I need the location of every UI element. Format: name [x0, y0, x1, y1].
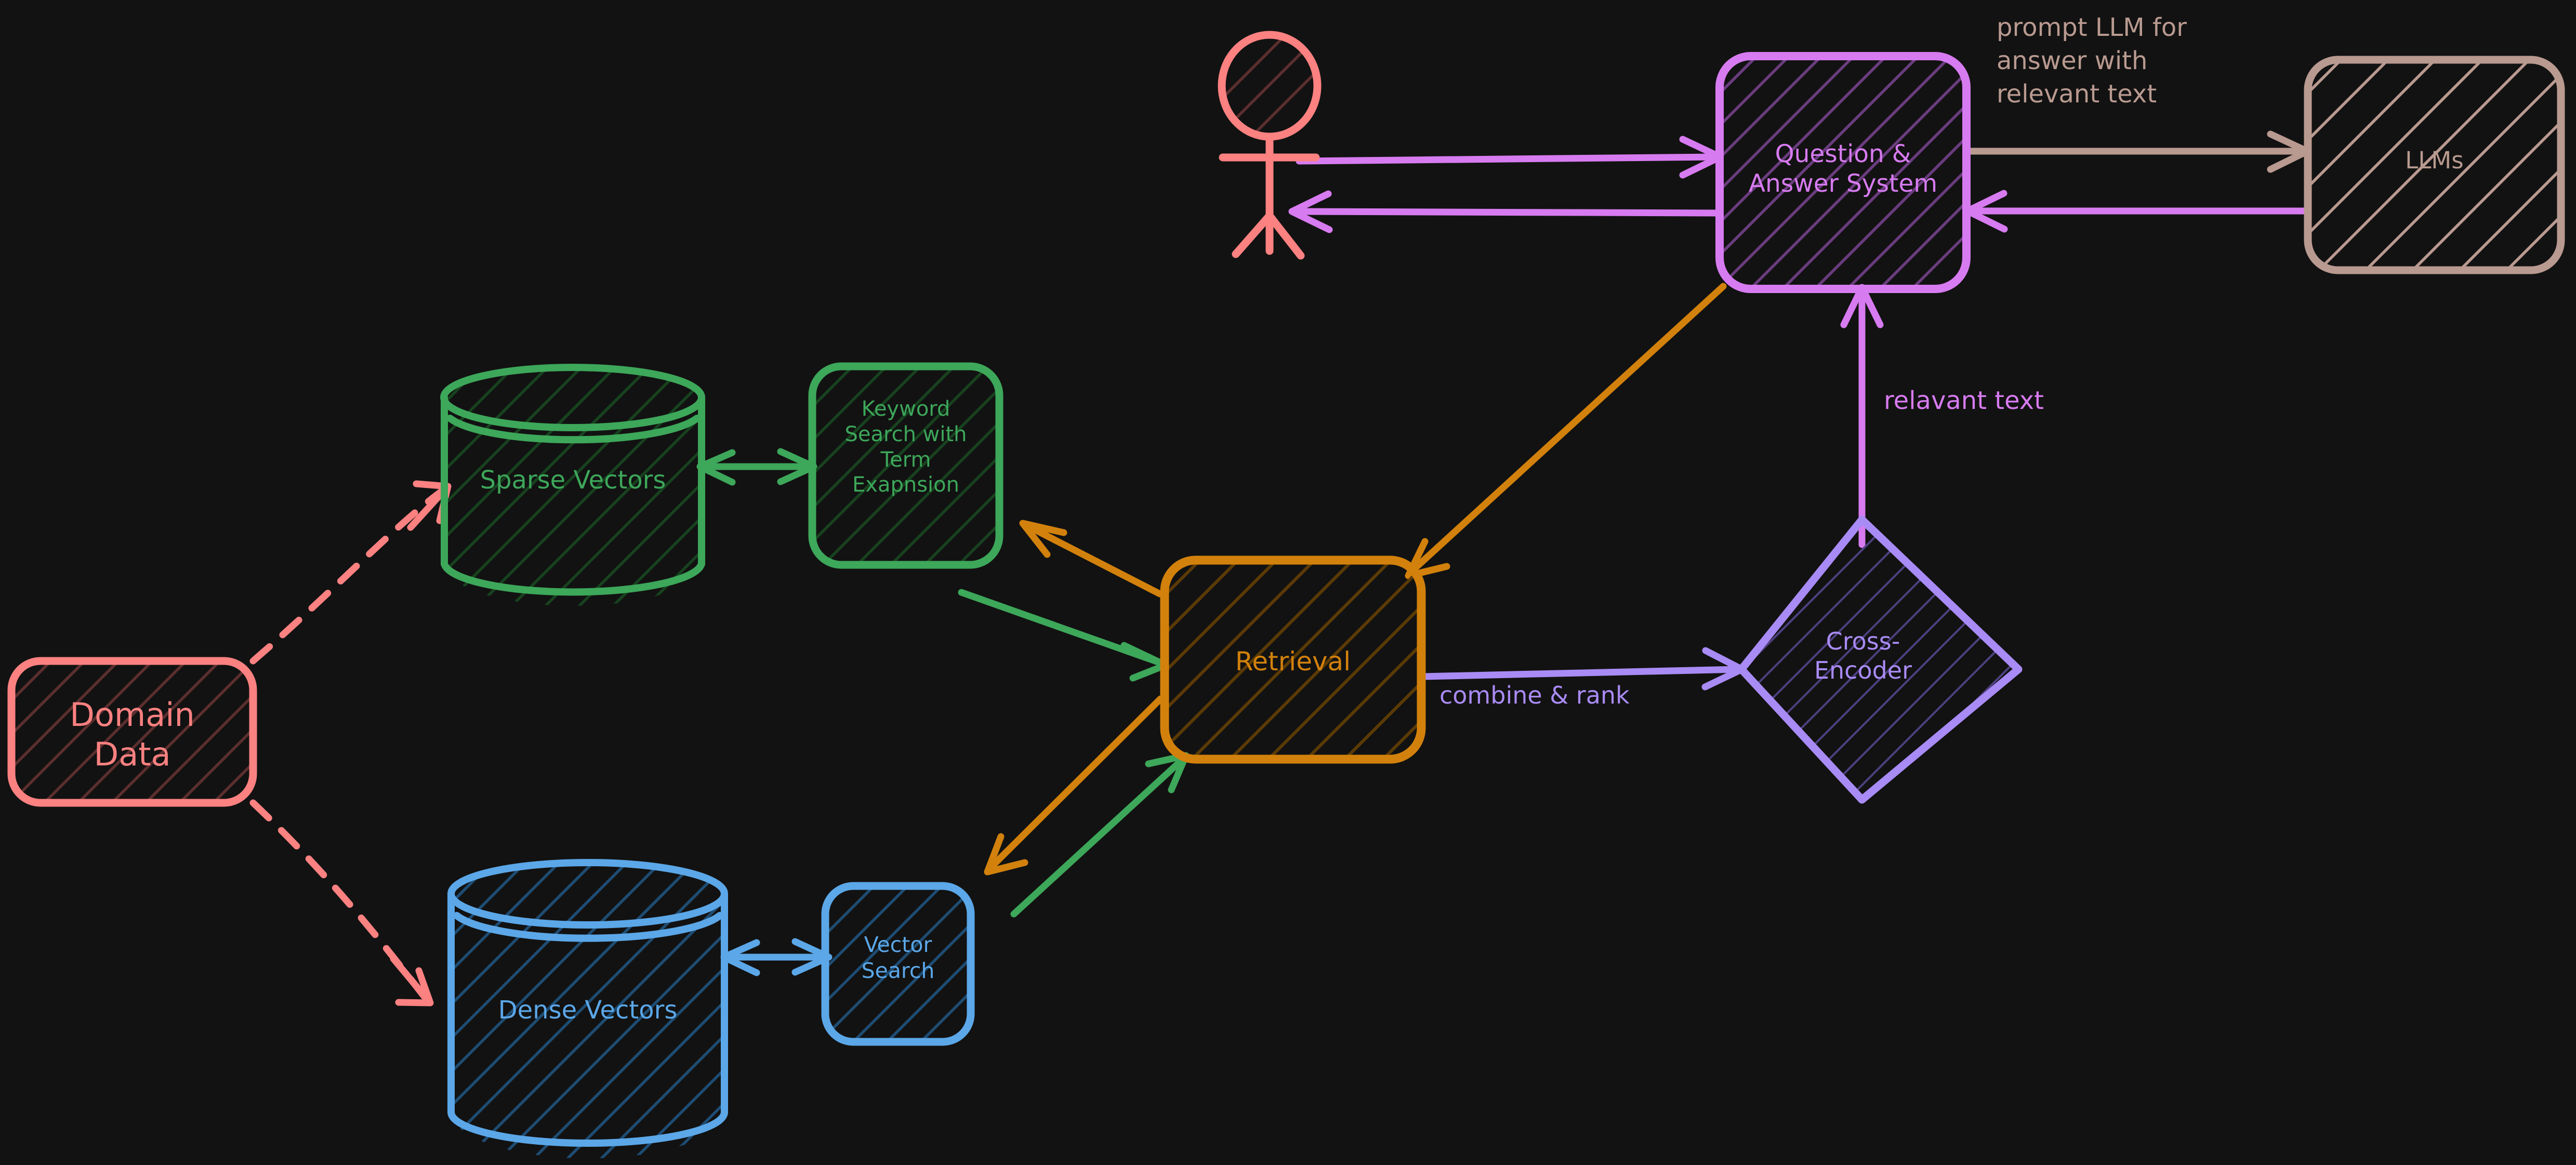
edge-llms-to-qa: [1964, 190, 2311, 233]
node-llms[interactable]: [2304, 56, 2565, 274]
node-qa-system[interactable]: [1715, 52, 1971, 293]
edge-qa-to-llms: [1966, 130, 2311, 173]
diagram-svg: [7, 31, 2565, 1159]
node-cross-encoder[interactable]: [1737, 515, 2023, 804]
node-retrieval[interactable]: [1160, 555, 1426, 764]
edge-qa-to-retrieval: [1405, 283, 1727, 579]
edge-domain-to-sparse: [249, 480, 452, 665]
edge-crossencoder-to-qa: [1840, 284, 1884, 548]
edge-actor-to-qa: [1296, 136, 1724, 179]
edge-retrieval-to-keyword: [1019, 520, 1164, 598]
edge-qa-to-actor: [1288, 190, 1720, 233]
edge-sparse-to-keyword: [696, 448, 817, 486]
node-dense-vectors[interactable]: [447, 859, 728, 1159]
node-keyword-search[interactable]: [808, 362, 1003, 569]
node-vector-search[interactable]: [821, 882, 975, 1046]
edge-retrieval-to-crossencoder: [1419, 647, 1746, 691]
edge-keyword-to-retrieval: [958, 589, 1169, 682]
actor-stick-figure[interactable]: [1218, 31, 1322, 260]
edge-domain-to-dense: [249, 799, 434, 1007]
edge-dense-to-vectorsearch: [720, 938, 833, 976]
edge-vectorsearch-to-retrieval: [1010, 752, 1190, 918]
node-domain-data[interactable]: [7, 657, 257, 807]
diagram-canvas: Domain Data Sparse Vectors Dense Vectors…: [0, 0, 2576, 1165]
edge-retrieval-to-vectorsearch: [984, 695, 1164, 876]
node-sparse-vectors[interactable]: [440, 364, 705, 606]
